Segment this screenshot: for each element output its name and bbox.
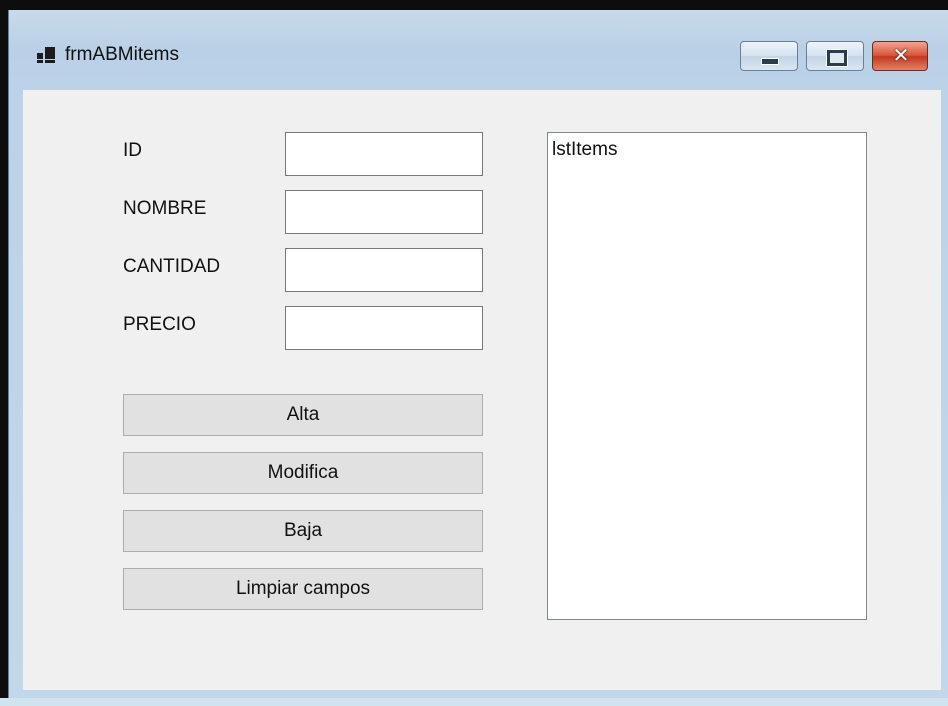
- window-title: frmABMitems: [65, 44, 179, 65]
- listbox-name-label: lstItems: [552, 139, 618, 160]
- maximize-icon: [827, 50, 847, 66]
- precio-textbox[interactable]: [285, 306, 483, 350]
- minimize-button[interactable]: [740, 41, 798, 71]
- close-button[interactable]: ✕: [872, 41, 928, 71]
- screen-edge-bottom: [0, 698, 948, 706]
- limpiar-campos-button[interactable]: Limpiar campos: [123, 568, 483, 610]
- label-nombre: NOMBRE: [123, 198, 207, 219]
- form-window: frmABMitems ✕ ID NOMBRE CANTIDAD PRECIO …: [8, 10, 948, 698]
- maximize-button[interactable]: [806, 41, 864, 71]
- nombre-textbox[interactable]: [285, 190, 483, 234]
- title-bar[interactable]: frmABMitems ✕: [9, 10, 948, 90]
- app-icon[interactable]: [37, 47, 55, 63]
- label-cantidad: CANTIDAD: [123, 256, 221, 277]
- alta-button[interactable]: Alta: [123, 394, 483, 436]
- modifica-button[interactable]: Modifica: [123, 452, 483, 494]
- label-id: ID: [123, 140, 142, 161]
- minimize-icon: [761, 58, 779, 65]
- screen-edge-top: [0, 0, 948, 10]
- screen-edge-left: [0, 0, 8, 706]
- form-client-area: ID NOMBRE CANTIDAD PRECIO Alta Modifica …: [23, 90, 941, 690]
- items-listbox[interactable]: lstItems: [547, 132, 867, 620]
- id-textbox[interactable]: [285, 132, 483, 176]
- baja-button[interactable]: Baja: [123, 510, 483, 552]
- cantidad-textbox[interactable]: [285, 248, 483, 292]
- label-precio: PRECIO: [123, 314, 196, 335]
- close-icon: ✕: [892, 43, 910, 67]
